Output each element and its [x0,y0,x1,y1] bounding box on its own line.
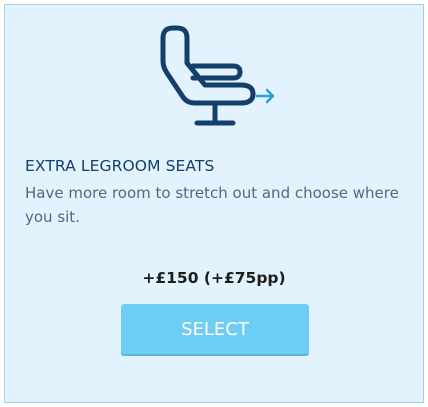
arrow-right-icon [255,88,275,104]
card-title: EXTRA LEGROOM SEATS [25,157,215,175]
card-description: Have more room to stretch out and choose… [25,184,399,226]
reclining-seat-icon [160,25,275,126]
price-label: +£150 (+£75pp) [142,269,286,287]
extra-legroom-card: EXTRA LEGROOM SEATS Have more room to st… [4,4,424,403]
seat-illustration [153,23,281,133]
select-button[interactable]: SELECT [121,304,309,354]
